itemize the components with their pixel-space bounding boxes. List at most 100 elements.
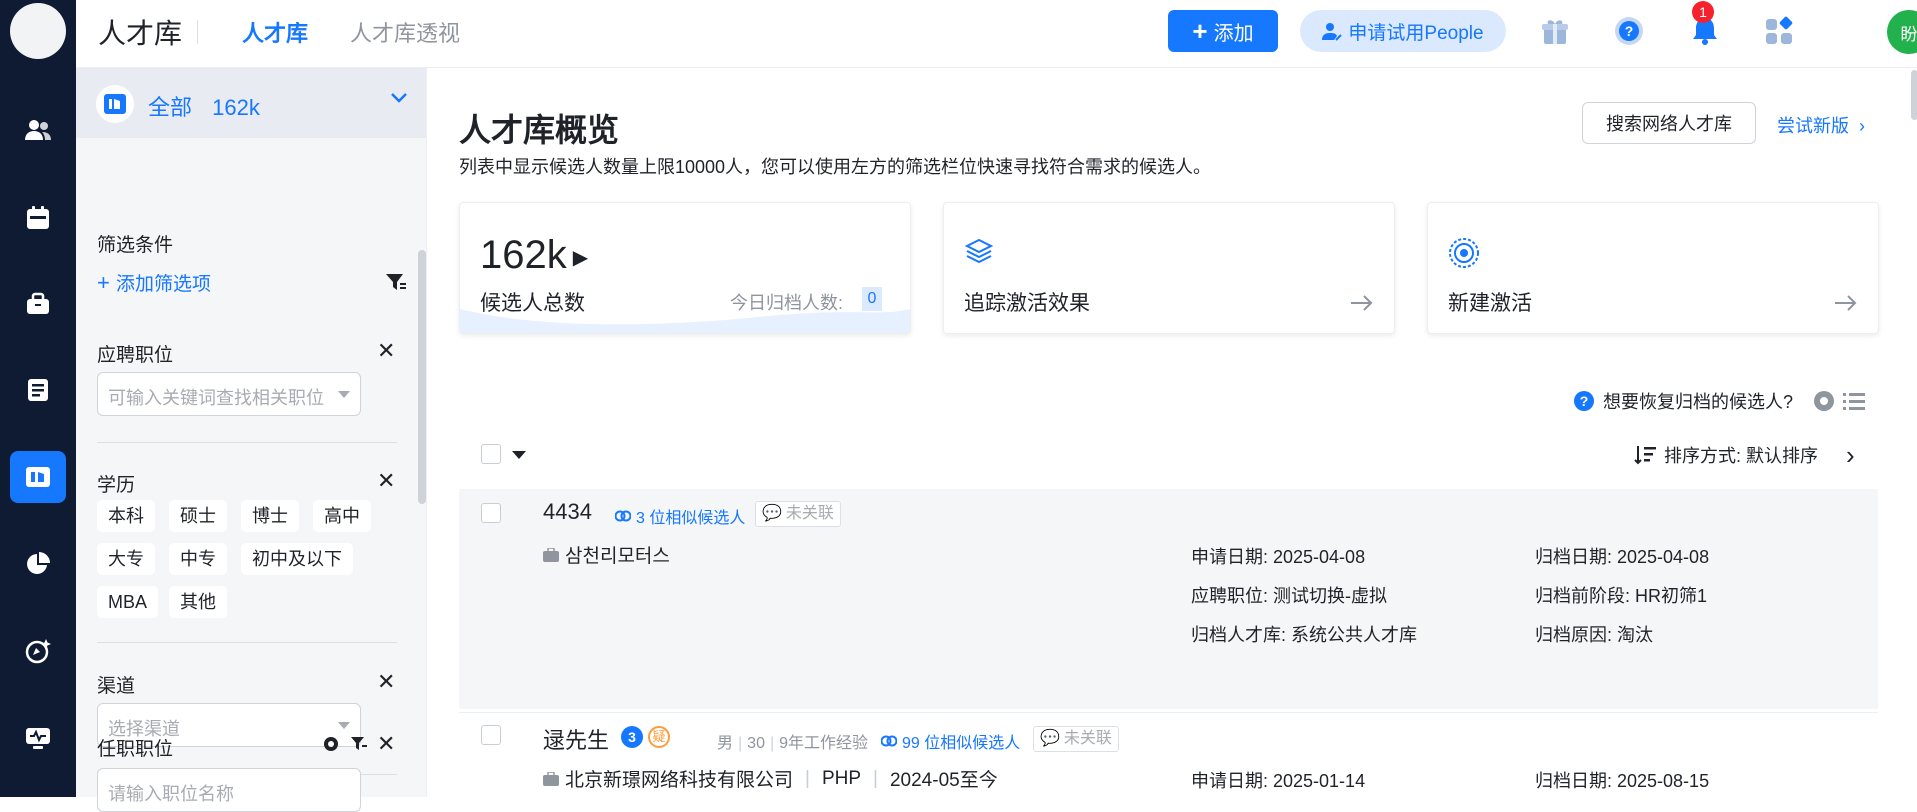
- remove-job-title-filter-icon[interactable]: ✕: [377, 731, 395, 757]
- caret-down-icon: [338, 722, 350, 729]
- add-button[interactable]: + 添加: [1168, 10, 1278, 52]
- doubt-badge: 疑: [648, 726, 670, 748]
- filter-settings-icon[interactable]: [386, 273, 406, 293]
- restore-archived-link[interactable]: ? 想要恢复归档的候选人?: [1573, 388, 1866, 414]
- svg-text:?: ?: [1625, 23, 1634, 39]
- company-logo[interactable]: [10, 3, 66, 59]
- remove-position-filter-icon[interactable]: ✕: [377, 338, 395, 364]
- notification-badge: 1: [1692, 1, 1714, 23]
- job-title-input[interactable]: 请输入职位名称: [97, 768, 361, 812]
- briefcase-icon: [543, 547, 559, 562]
- restore-archived-label: 想要恢复归档的候选人?: [1603, 392, 1794, 412]
- section-divider: [97, 642, 397, 643]
- left-nav: [0, 0, 76, 797]
- chevron-down-icon: [391, 93, 407, 103]
- tab-talent-insight[interactable]: 人才库透视: [350, 16, 460, 48]
- calendar-icon[interactable]: [20, 200, 56, 236]
- new-activation-card[interactable]: 新建激活: [1427, 202, 1879, 334]
- employment-period: 2024-05至今: [889, 770, 998, 791]
- candidate-role: PHP: [821, 767, 862, 789]
- remove-education-filter-icon[interactable]: ✕: [377, 468, 395, 494]
- chat-icon: 💬: [1040, 730, 1060, 747]
- unlinked-label: 未关联: [785, 505, 834, 522]
- sort-control[interactable]: 排序方式: 默认排序 ›: [1634, 442, 1855, 468]
- track-activation-label: 追踪激活效果: [964, 292, 1090, 315]
- app-title: 人才库: [98, 18, 183, 49]
- filter-icon[interactable]: [351, 736, 367, 752]
- similar-candidates-label: 99 位相似候选人: [902, 735, 1021, 752]
- chat-icon: 💬: [762, 505, 782, 522]
- channel-filter-title: 渠道: [97, 676, 136, 697]
- tab-talent-pool[interactable]: 人才库: [242, 16, 308, 48]
- filter-sidebar: 全部 162k 筛选条件 + 添加筛选项 应聘职位 ✕ 可输入关键词查找相关职位…: [76, 68, 427, 797]
- sidebar-scrollbar[interactable]: [418, 250, 426, 504]
- info-dot-icon[interactable]: [323, 736, 339, 752]
- document-icon[interactable]: [20, 372, 56, 408]
- similar-candidates-link[interactable]: 3 位相似候选人: [615, 504, 745, 528]
- candidate-name[interactable]: 4434: [543, 499, 592, 525]
- help-icon: ?: [1574, 391, 1594, 411]
- education-chip[interactable]: 中专: [169, 543, 227, 575]
- education-chip[interactable]: 本科: [97, 500, 155, 532]
- job-title-placeholder: 请输入职位名称: [108, 784, 234, 804]
- education-filter-title: 学历: [97, 475, 136, 496]
- link-circles-icon: [615, 510, 631, 522]
- top-bar: 人才库 人才库 人才库透视 + 添加 申请试用People ? 1 盼: [76, 0, 1917, 68]
- total-candidates-card[interactable]: 162k ▶ 候选人总数 今日归档人数: 0: [459, 202, 911, 334]
- page-subtitle: 列表中显示候选人数量上限10000人，您可以使用左方的筛选栏位快速寻找符合需求的…: [459, 157, 1212, 177]
- try-new-version-link[interactable]: 尝试新版 ›: [1777, 112, 1865, 138]
- main-scrollbar[interactable]: [1911, 70, 1917, 120]
- pool-selector[interactable]: 全部 162k: [76, 68, 426, 138]
- position-filter-title: 应聘职位: [97, 345, 174, 366]
- people-icon[interactable]: [20, 112, 56, 148]
- ai-sparkle-icon[interactable]: [20, 633, 56, 669]
- monitor-icon[interactable]: [20, 720, 56, 756]
- user-avatar[interactable]: 盼: [1887, 10, 1917, 54]
- talent-pool-nav-icon[interactable]: [10, 451, 66, 503]
- pie-chart-icon[interactable]: [20, 546, 56, 582]
- select-all-checkbox[interactable]: [481, 444, 501, 464]
- list-view-icon[interactable]: [1843, 391, 1866, 411]
- company-name: 北京新璟网络科技有限公司: [565, 770, 794, 791]
- help-icon[interactable]: ?: [1612, 14, 1646, 48]
- education-chip[interactable]: MBA: [97, 586, 159, 618]
- archive-pool: 归档人才库: 系统公共人才库: [1191, 625, 1418, 645]
- add-filter-link[interactable]: + 添加筛选项: [97, 269, 211, 296]
- remove-channel-filter-icon[interactable]: ✕: [377, 669, 395, 695]
- add-filter-label: 添加筛选项: [115, 274, 211, 295]
- position-select[interactable]: 可输入关键词查找相关职位: [97, 372, 361, 416]
- wechat-unlinked-tag: 💬 未关联: [1033, 726, 1119, 752]
- pool-selector-label: 全部 162k: [148, 90, 260, 122]
- candidate-name[interactable]: 逯先生: [543, 723, 609, 755]
- target-icon: [1449, 238, 1479, 268]
- apply-trial-button[interactable]: 申请试用People: [1300, 10, 1506, 52]
- candidate-company: 삼천리모터스: [543, 541, 670, 568]
- track-activation-card[interactable]: 追踪激活效果: [943, 202, 1395, 334]
- caret-down-icon[interactable]: [511, 450, 527, 460]
- user-edit-icon: [1322, 23, 1343, 41]
- candidate-age: 30: [747, 735, 765, 752]
- candidate-gender: 男: [717, 735, 734, 752]
- apps-icon[interactable]: [1762, 14, 1796, 48]
- sort-icon: [1634, 446, 1656, 465]
- candidate-row[interactable]: 4434 3 位相似候选人 💬 未关联 삼천리모터스 申请日期: 2025-04-…: [459, 489, 1878, 709]
- gift-icon[interactable]: [1538, 14, 1572, 48]
- similar-candidates-link[interactable]: 99 位相似候选人: [881, 729, 1020, 753]
- layers-icon: [964, 238, 994, 264]
- row-checkbox[interactable]: [481, 503, 501, 523]
- education-chip[interactable]: 高中: [313, 500, 371, 532]
- previous-stage: 归档前阶段: HR初筛1: [1535, 586, 1708, 606]
- row-checkbox[interactable]: [481, 725, 501, 745]
- education-chip[interactable]: 大专: [97, 543, 155, 575]
- briefcase-icon[interactable]: [20, 286, 56, 322]
- position-select-placeholder: 可输入关键词查找相关职位: [108, 388, 324, 408]
- candidate-row[interactable]: 逯先生 3 疑 男 | 30 | 9年工作经验 99 位相似候选人 💬 未关联 北京新璟网…: [459, 712, 1878, 797]
- settings-dot-icon[interactable]: [1813, 390, 1835, 412]
- education-chip[interactable]: 博士: [241, 500, 299, 532]
- archive-date: 归档日期: 2025-08-15: [1535, 771, 1710, 791]
- new-activation-label: 新建激活: [1448, 292, 1532, 315]
- education-chip[interactable]: 硕士: [169, 500, 227, 532]
- education-chip[interactable]: 初中及以下: [241, 543, 353, 575]
- search-network-pool-button[interactable]: 搜索网络人才库: [1582, 102, 1756, 144]
- education-chip[interactable]: 其他: [169, 586, 227, 618]
